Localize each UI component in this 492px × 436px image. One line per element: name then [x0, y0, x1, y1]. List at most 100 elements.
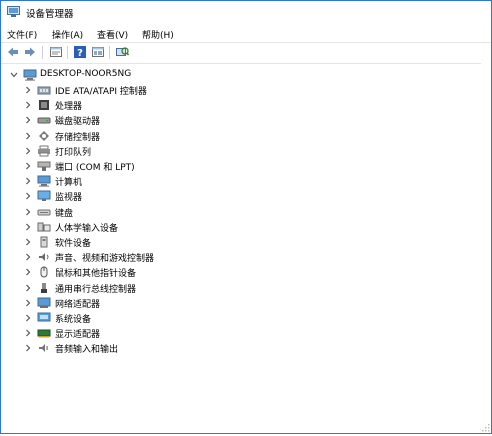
- monitor-icon: [37, 190, 51, 202]
- tree-item[interactable]: 通用串行总线控制器: [1, 281, 471, 296]
- chevron-right-icon[interactable]: [23, 342, 33, 354]
- chevron-right-icon[interactable]: [23, 206, 33, 218]
- storage-controller-icon: [39, 130, 49, 141]
- port-icon: [37, 161, 51, 171]
- forward-icon[interactable]: [23, 45, 37, 59]
- tree-item-label: 打印队列: [55, 147, 92, 158]
- tree-item-label: 音频输入和输出: [55, 345, 119, 356]
- device-manager-app-icon: [7, 6, 20, 17]
- chevron-right-icon[interactable]: [23, 99, 33, 111]
- window-title: 设备管理器: [26, 9, 74, 20]
- chevron-right-icon[interactable]: [23, 160, 33, 172]
- software-device-icon: [40, 236, 48, 248]
- tree-item-label: 显示适配器: [55, 330, 101, 341]
- tree-item[interactable]: IDE ATA/ATAPI 控制器: [1, 83, 471, 98]
- chevron-right-icon[interactable]: [23, 297, 33, 309]
- tree-item[interactable]: 处理器: [1, 98, 471, 113]
- tree-item[interactable]: 键盘: [1, 205, 471, 220]
- tree-item[interactable]: 显示适配器: [1, 326, 471, 341]
- chevron-right-icon[interactable]: [23, 327, 33, 339]
- svg-text:?: ?: [77, 48, 83, 59]
- tree-item-label: 软件设备: [55, 239, 92, 249]
- processor-icon: [39, 100, 49, 111]
- menu-action[interactable]: 操作(A): [52, 28, 83, 41]
- tree-item[interactable]: 网络适配器: [1, 296, 471, 311]
- tree-item-label: 鼠标和其他指针设备: [55, 269, 137, 280]
- tree-item[interactable]: 人体学输入设备: [1, 220, 471, 235]
- tree-item-label: 声音、视频和游戏控制器: [55, 254, 155, 265]
- tree-item-label: 计算机: [55, 178, 83, 189]
- scan-hardware-icon[interactable]: [115, 45, 129, 59]
- tree-item-label: 端口 (COM 和 LPT): [55, 163, 135, 173]
- chevron-right-icon[interactable]: [23, 145, 33, 157]
- chevron-right-icon[interactable]: [23, 282, 33, 294]
- tree-item-label: IDE ATA/ATAPI 控制器: [55, 87, 147, 97]
- ide-controller-icon: [37, 86, 51, 95]
- tree-item-label: 监视器: [55, 193, 83, 204]
- menu-view[interactable]: 查看(V): [97, 28, 128, 41]
- toolbar-separator: [42, 46, 43, 59]
- sound-icon: [39, 253, 49, 262]
- tree-item-label: 人体学输入设备: [55, 223, 119, 234]
- network-adapter-icon: [37, 297, 51, 308]
- tree-item-label: 键盘: [55, 208, 74, 219]
- chevron-right-icon[interactable]: [23, 221, 33, 233]
- computer-icon: [37, 175, 51, 187]
- chevron-right-icon[interactable]: [23, 266, 33, 278]
- system-device-icon: [37, 312, 51, 322]
- chevron-right-icon[interactable]: [23, 84, 33, 96]
- tree-item-label: 存储控制器: [55, 132, 101, 143]
- mouse-icon: [40, 266, 48, 278]
- tree-item-label: 处理器: [55, 102, 83, 113]
- menu-help[interactable]: 帮助(H): [142, 28, 174, 41]
- toolbar-separator: [67, 46, 68, 59]
- chevron-right-icon[interactable]: [23, 236, 33, 248]
- chevron-right-icon[interactable]: [23, 312, 33, 324]
- device-manager-window: 设备管理器 文件(F) 操作(A) 查看(V) 帮助(H) ? DESKTOP-…: [0, 0, 492, 434]
- computer-icon: [23, 69, 37, 81]
- menu-file[interactable]: 文件(F): [7, 28, 37, 41]
- display-adapter-icon: [37, 329, 51, 338]
- tree-item[interactable]: 鼠标和其他指针设备: [1, 265, 471, 280]
- usb-icon: [41, 282, 47, 293]
- tree-item[interactable]: 软件设备: [1, 235, 471, 250]
- resize-grip-icon: [482, 424, 490, 432]
- tree-item-label: 系统设备: [55, 315, 92, 325]
- tree-root[interactable]: DESKTOP-NOOR5NG: [1, 68, 471, 83]
- tree-item[interactable]: 声音、视频和游戏控制器: [1, 250, 471, 265]
- back-icon[interactable]: [6, 45, 20, 59]
- vertical-scrollbar[interactable]: [481, 62, 491, 420]
- properties-icon[interactable]: [49, 45, 63, 59]
- horizontal-scrollbar[interactable]: [1, 422, 491, 433]
- title-bar: 设备管理器: [1, 1, 491, 23]
- tree-item[interactable]: 系统设备: [1, 311, 471, 326]
- tree-item[interactable]: 磁盘驱动器: [1, 113, 471, 128]
- audio-io-icon: [39, 344, 48, 353]
- chevron-right-icon[interactable]: [23, 130, 33, 142]
- chevron-down-icon[interactable]: [9, 69, 19, 81]
- tree-item[interactable]: 端口 (COM 和 LPT): [1, 159, 471, 174]
- view-icon[interactable]: [91, 45, 105, 59]
- chevron-right-icon[interactable]: [23, 114, 33, 126]
- hid-icon: [37, 222, 51, 232]
- tree-item[interactable]: 计算机: [1, 174, 471, 189]
- tree-item-label: 磁盘驱动器: [55, 117, 101, 128]
- chevron-right-icon[interactable]: [23, 175, 33, 187]
- tree-item-label: 网络适配器: [55, 299, 101, 310]
- toolbar: ?: [1, 42, 491, 64]
- chevron-right-icon[interactable]: [23, 190, 33, 202]
- menu-bar: 文件(F) 操作(A) 查看(V) 帮助(H): [1, 25, 491, 43]
- tree-item[interactable]: 音频输入和输出: [1, 341, 471, 356]
- device-tree: DESKTOP-NOOR5NG IDE ATA/ATAPI 控制器 处理器磁盘驱动…: [1, 65, 479, 425]
- tree-root-label: DESKTOP-NOOR5NG: [40, 69, 132, 79]
- tree-item[interactable]: 打印队列: [1, 144, 471, 159]
- resize-grip[interactable]: [481, 422, 491, 433]
- tree-item[interactable]: 监视器: [1, 189, 471, 204]
- help-icon[interactable]: ?: [73, 45, 87, 59]
- chevron-right-icon[interactable]: [23, 251, 33, 263]
- toolbar-separator: [109, 46, 110, 59]
- tree-item[interactable]: 存储控制器: [1, 129, 471, 144]
- keyboard-icon: [37, 209, 51, 216]
- print-queue-icon: [38, 145, 50, 157]
- disk-drive-icon: [37, 117, 51, 124]
